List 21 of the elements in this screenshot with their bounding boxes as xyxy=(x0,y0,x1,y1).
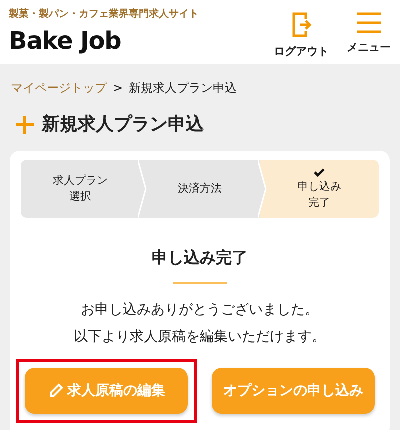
breadcrumb-separator: > xyxy=(113,80,124,97)
pencil-icon xyxy=(48,383,64,399)
completion-message: 以下より求人原稿を編集いただけます。 xyxy=(74,328,326,347)
page-title: 新規求人プラン申込 xyxy=(42,113,204,137)
step-label: 完了 xyxy=(308,194,330,210)
step-label: 求人プラン xyxy=(53,173,108,189)
exit-icon xyxy=(292,12,312,38)
breadcrumb-current: 新規求人プラン申込 xyxy=(129,80,238,97)
completion-message: お申し込みありがとうございました。 xyxy=(81,301,319,320)
plus-icon xyxy=(16,116,34,134)
menu-icon xyxy=(357,12,381,34)
step-label: 決済方法 xyxy=(178,181,222,197)
check-icon xyxy=(314,168,325,176)
completion-heading: 申し込み完了 xyxy=(152,247,248,269)
step-label: 選択 xyxy=(70,189,92,205)
step-label: 申し込み xyxy=(297,178,342,194)
breadcrumb-link[interactable]: マイページトップ xyxy=(11,79,107,97)
site-logo[interactable]: Bake Job xyxy=(9,29,199,53)
menu-button[interactable]: メニュー xyxy=(347,12,391,57)
logout-button[interactable]: ログアウト xyxy=(274,12,329,57)
site-tagline: 製菓・製パン・カフェ業界専門求人サイト xyxy=(9,10,199,20)
